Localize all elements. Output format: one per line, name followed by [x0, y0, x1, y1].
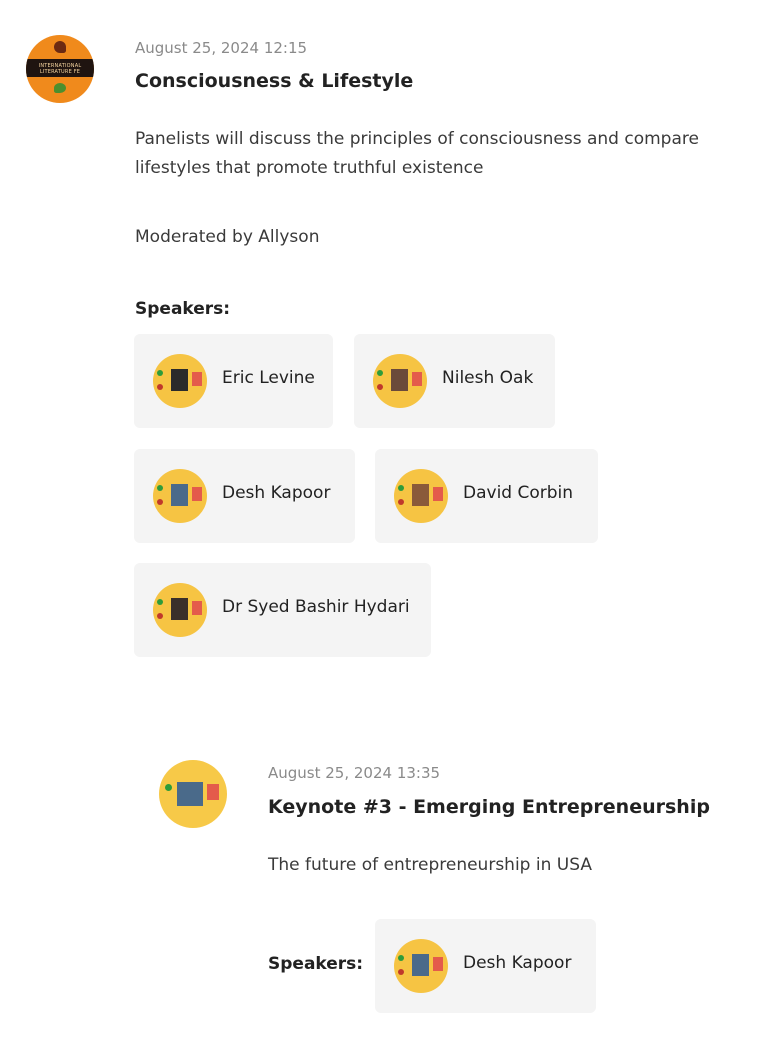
- speaker-name: Nilesh Oak: [442, 368, 534, 388]
- speaker-chip[interactable]: Eric Levine: [134, 334, 333, 428]
- speaker-chip[interactable]: Desh Kapoor: [134, 449, 355, 543]
- speaker-photo: [391, 369, 408, 391]
- speaker-chip[interactable]: David Corbin: [375, 449, 598, 543]
- badge-green-icon: [165, 784, 172, 791]
- speaker-avatar: [153, 583, 207, 637]
- speaker-photo: [171, 484, 188, 506]
- session-title: Consciousness & Lifestyle: [135, 70, 414, 92]
- qr-code-icon: [192, 601, 202, 615]
- session-title: Keynote #3 - Emerging Entrepreneurship: [268, 796, 710, 818]
- speaker-name: David Corbin: [463, 483, 574, 503]
- qr-code-icon: [412, 372, 422, 386]
- badge-green-icon: [157, 599, 163, 605]
- speakers-label: Speakers:: [268, 954, 364, 974]
- badge-green-icon: [157, 370, 163, 376]
- badge-red-icon: [377, 384, 383, 390]
- logo-emblem-icon: [54, 41, 66, 53]
- logo-text: INTERNATIONAL LITERATURE FE: [38, 63, 82, 75]
- session-moderator: Moderated by Allyson: [135, 227, 320, 247]
- speaker-avatar: [153, 354, 207, 408]
- speaker-avatar: [394, 939, 448, 993]
- speakers-label: Speakers:: [135, 299, 231, 319]
- qr-code-icon: [207, 784, 219, 800]
- session-speaker-avatar: [159, 760, 227, 828]
- speaker-photo: [171, 598, 188, 620]
- logo-leaf-icon: [54, 83, 66, 93]
- badge-red-icon: [157, 384, 163, 390]
- badge-green-icon: [157, 485, 163, 491]
- speaker-name: Desh Kapoor: [463, 953, 572, 973]
- qr-code-icon: [192, 372, 202, 386]
- session-description: The future of entrepreneurship in USA: [268, 855, 592, 875]
- badge-red-icon: [157, 499, 163, 505]
- session-description: Panelists will discuss the principles of…: [135, 129, 699, 178]
- badge-red-icon: [157, 613, 163, 619]
- speaker-chip[interactable]: Nilesh Oak: [354, 334, 555, 428]
- badge-red-icon: [398, 499, 404, 505]
- qr-code-icon: [433, 487, 443, 501]
- speaker-name: Dr Syed Bashir Hydari: [222, 597, 410, 617]
- badge-green-icon: [398, 485, 404, 491]
- session-date: August 25, 2024 12:15: [135, 39, 308, 57]
- speaker-photo: [412, 484, 429, 506]
- speaker-photo: [171, 369, 188, 391]
- speaker-avatar: [394, 469, 448, 523]
- speaker-avatar: [153, 469, 207, 523]
- speaker-photo: [412, 954, 429, 976]
- speaker-name: Desh Kapoor: [222, 483, 331, 503]
- session-logo-avatar: INTERNATIONAL LITERATURE FE: [26, 35, 94, 103]
- badge-green-icon: [398, 955, 404, 961]
- speaker-chip[interactable]: Desh Kapoor: [375, 919, 596, 1013]
- speaker-avatar: [373, 354, 427, 408]
- speaker-name: Eric Levine: [222, 368, 315, 388]
- qr-code-icon: [192, 487, 202, 501]
- badge-green-icon: [377, 370, 383, 376]
- session-date: August 25, 2024 13:35: [268, 764, 441, 782]
- qr-code-icon: [433, 957, 443, 971]
- speaker-photo: [177, 782, 203, 806]
- speaker-chip[interactable]: Dr Syed Bashir Hydari: [134, 563, 431, 657]
- badge-red-icon: [398, 969, 404, 975]
